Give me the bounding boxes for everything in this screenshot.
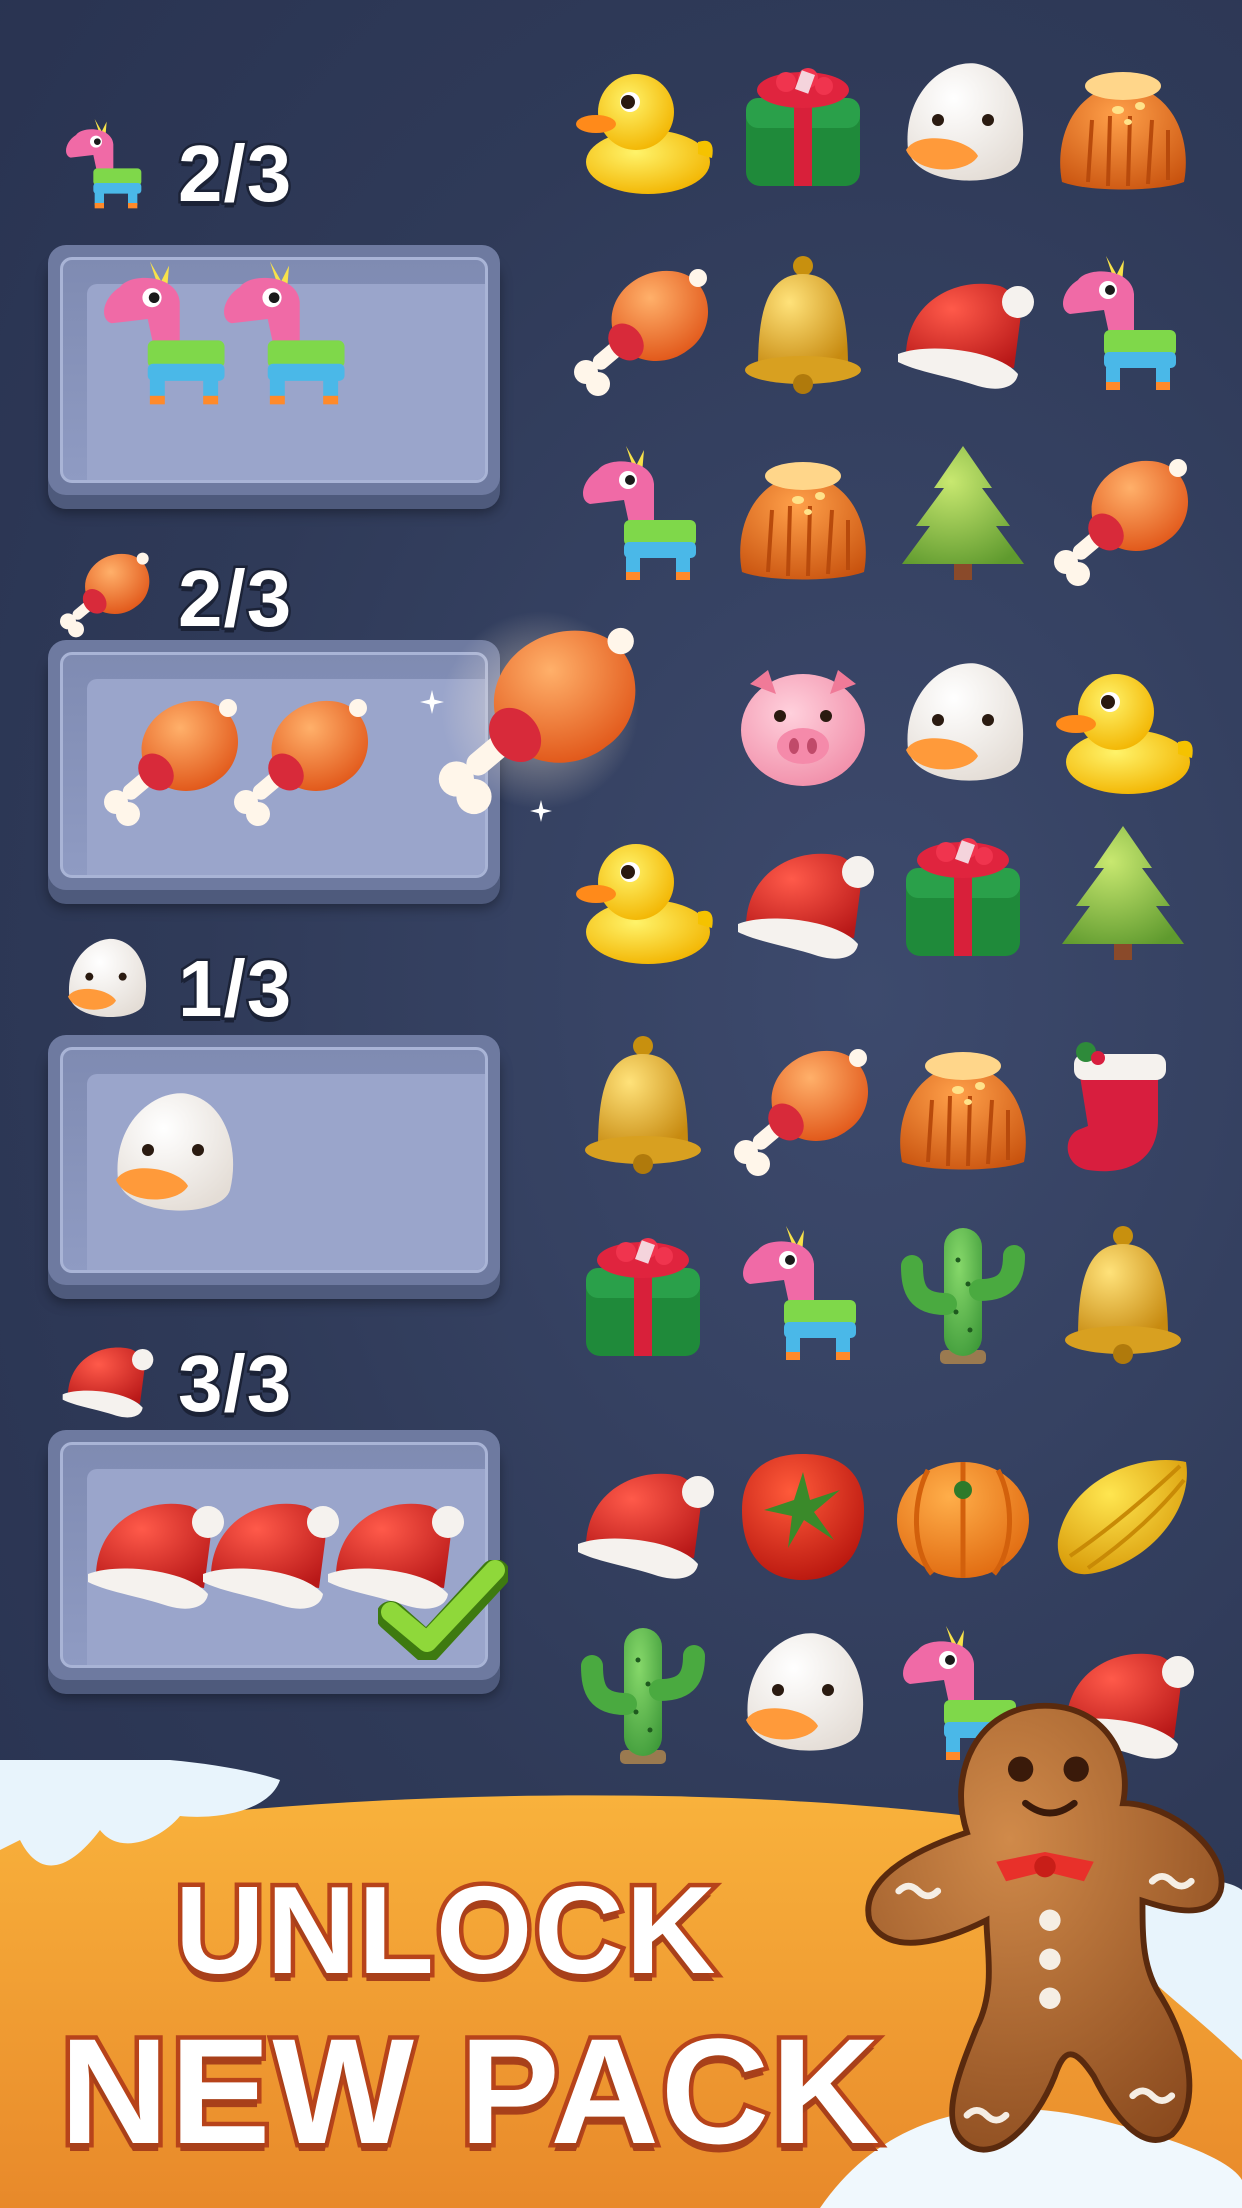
haystack-tile[interactable] [1048,50,1198,200]
drumstick-icon [430,600,650,820]
duck-head-tile[interactable] [888,650,1038,800]
sparkle-icon [420,690,444,714]
tomato-tile[interactable] [728,1440,878,1590]
tree-tile[interactable] [888,440,1038,590]
goal-count: 1/3 [175,942,293,1036]
santa-hat-tile[interactable] [888,250,1038,400]
collection-tray [48,1430,508,1680]
goal-header: 2/3 [48,110,500,230]
drumstick-tile[interactable] [728,1030,878,1180]
game-board-screen: 2/3 2/3 1/3 3/3 UNLOCK NEW PACK [0,0,1242,2208]
haystack-tile[interactable] [728,440,878,590]
goal-count: 3/3 [175,1337,293,1431]
stocking-tile[interactable] [1048,1030,1198,1180]
carambola-tile[interactable] [1048,1440,1198,1590]
bell-tile[interactable] [1048,1220,1198,1370]
banner-line-new-pack: NEW PACK [56,2003,885,2180]
pinata-tile[interactable] [568,440,718,590]
sparkle-icon [530,800,552,822]
duck-tile[interactable] [1048,650,1198,800]
flying-item [420,600,660,822]
cactus-tile[interactable] [568,1620,718,1770]
goal-header: 1/3 [48,925,500,1045]
duck-tile[interactable] [568,820,718,970]
tray-drumstick-icon [228,680,378,830]
gift-tile[interactable] [888,820,1038,970]
gift-tile[interactable] [728,50,878,200]
gift-tile[interactable] [568,1220,718,1370]
haystack-tile[interactable] [888,1030,1038,1180]
drumstick-icon [56,535,156,645]
banner-line-unlock: UNLOCK [170,1858,719,2005]
drumstick-tile[interactable] [1048,440,1198,590]
bell-tile[interactable] [568,1030,718,1180]
collection-tray [48,245,500,495]
santa-hat-tile[interactable] [568,1440,718,1590]
goal-count: 2/3 [175,552,293,646]
tray-drumstick-icon [98,680,248,830]
santa-hat-icon [56,1320,156,1430]
drumstick-tile[interactable] [568,250,718,400]
duck-head-tile[interactable] [888,50,1038,200]
pumpkin-tile[interactable] [888,1440,1038,1590]
gingerbread-man-icon [865,1702,1225,2153]
bell-tile[interactable] [728,250,878,400]
duck-tile[interactable] [568,50,718,200]
goal-count: 2/3 [175,127,293,221]
checkmark-icon [378,1560,508,1660]
duck-head-icon [56,925,156,1035]
pinata-tile[interactable] [1048,250,1198,400]
santa-hat-tile[interactable] [728,820,878,970]
tray-duck-head-icon [98,1080,248,1230]
goal-header: 3/3 [48,1320,500,1440]
pinata-icon [56,110,156,220]
tray-pinata-icon [208,235,368,435]
collection-tray [48,1035,500,1285]
cactus-tile[interactable] [888,1220,1038,1370]
pig-tile[interactable] [728,650,878,800]
tree-tile[interactable] [1048,820,1198,970]
pinata-tile[interactable] [728,1220,878,1370]
